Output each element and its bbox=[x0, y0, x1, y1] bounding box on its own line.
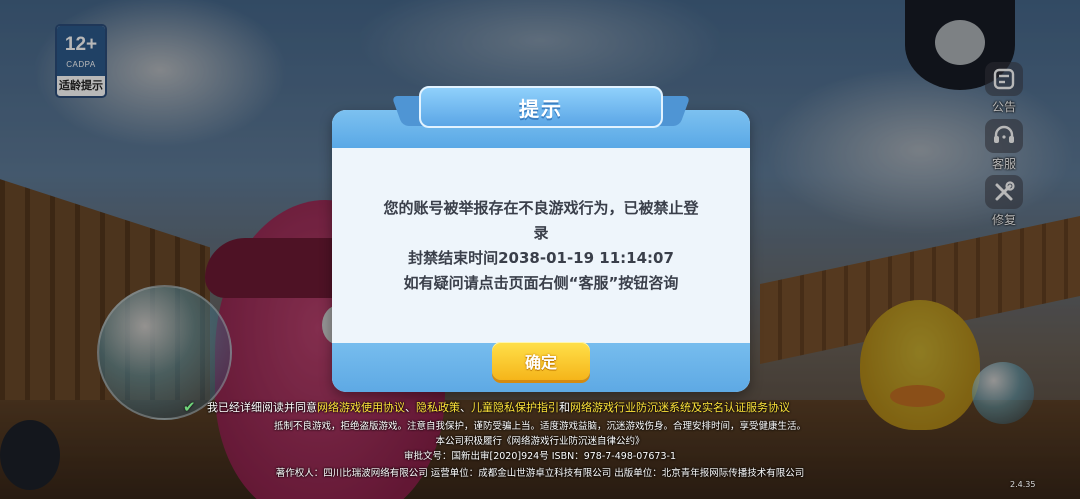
dialog-message: 您的账号被举报存在不良游戏行为，已被禁止登 录 封禁结束时间2038-01-19… bbox=[332, 148, 750, 343]
link-privacy-policy[interactable]: 隐私政策 bbox=[416, 399, 460, 415]
agreement-separator: 和 bbox=[559, 401, 570, 414]
dialog-message-line: 如有疑问请点击页面右侧“客服”按钮咨询 bbox=[403, 274, 679, 292]
agreement-separator: 、 bbox=[460, 401, 471, 414]
confirm-button-label: 确定 bbox=[524, 355, 557, 372]
link-user-agreement[interactable]: 网络游戏使用协议 bbox=[317, 399, 405, 415]
agreement-separator: 、 bbox=[405, 401, 416, 414]
confirm-button[interactable]: 确定 bbox=[492, 342, 590, 380]
dialog-message-line: 封禁结束时间2038-01-19 11:14:07 bbox=[408, 249, 674, 267]
version-label: 2.4.35 bbox=[1010, 480, 1036, 489]
dialog-message-line: 录 bbox=[533, 224, 549, 242]
agreement-checkbox[interactable]: ✔ bbox=[183, 399, 198, 415]
link-anti-addiction-agreement[interactable]: 网络游戏行业防沉迷系统及实名认证服务协议 bbox=[570, 399, 790, 415]
agreement-prefix: 我已经详细阅读并同意 bbox=[207, 401, 317, 414]
legal-publisher: 著作权人：四川比瑞波网络有限公司 运营单位：成都金山世游卓立科技有限公司 出版单… bbox=[275, 468, 805, 479]
dialog-title: 提示 bbox=[519, 96, 563, 121]
legal-convention: 本公司积极履行《网络游戏行业防沉迷自律公约》 bbox=[435, 436, 645, 447]
agreement-row: ✔ 我已经详细阅读并同意 网络游戏使用协议 、 隐私政策 、 儿童隐私保护指引 … bbox=[183, 398, 863, 416]
legal-approval: 审批文号：国新出审[2020]924号 ISBN：978-7-498-07673… bbox=[404, 451, 676, 462]
dialog-message-line: 您的账号被举报存在不良游戏行为，已被禁止登 bbox=[383, 199, 699, 217]
dialog-title-ribbon: 提示 bbox=[391, 86, 691, 132]
link-child-privacy[interactable]: 儿童隐私保护指引 bbox=[471, 399, 559, 415]
legal-health-notice: 抵制不良游戏，拒绝盗版游戏。注意自我保护，谨防受骗上当。适度游戏益脑，沉迷游戏伤… bbox=[273, 421, 806, 432]
ribbon-banner: 提示 bbox=[419, 86, 663, 128]
